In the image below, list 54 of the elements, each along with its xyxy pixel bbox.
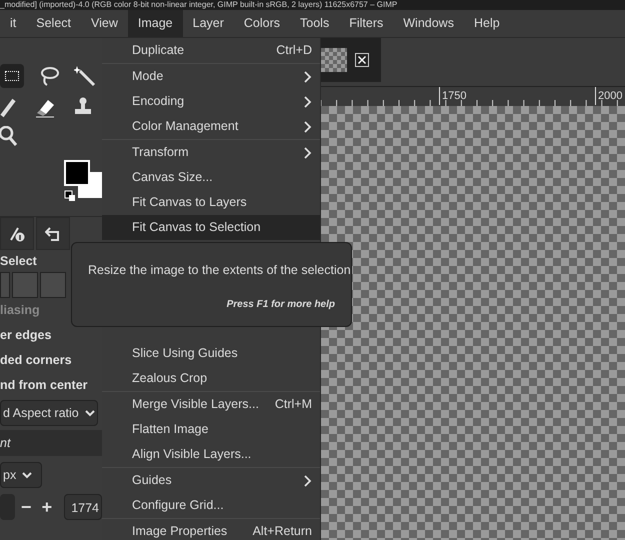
undo-icon xyxy=(45,226,61,242)
chevron-down-icon xyxy=(84,410,95,416)
color-swatches-drawing[interactable] xyxy=(64,160,102,202)
decrement-button[interactable]: − xyxy=(16,494,36,520)
section-header: nt xyxy=(0,430,102,456)
menu-item[interactable]: Zealous Crop xyxy=(102,366,320,391)
chevron-down-icon xyxy=(22,472,32,478)
image-thumbnail[interactable] xyxy=(321,48,347,72)
menu-item[interactable]: Configure Grid... xyxy=(102,493,320,518)
menu-item[interactable]: Duplicate Ctrl+D xyxy=(102,38,320,63)
menu-item[interactable]: Encoding xyxy=(102,89,320,114)
menu-item[interactable]: Merge Visible Layers... Ctrl+M xyxy=(102,392,320,417)
menu-item[interactable]: Mode xyxy=(102,64,320,89)
rectangle-select-icon[interactable] xyxy=(0,64,24,88)
percent-info-icon xyxy=(9,226,25,242)
menu-item[interactable]: Color Management xyxy=(102,114,320,139)
tool-options-tab[interactable] xyxy=(0,217,34,250)
menu-item[interactable]: Select xyxy=(26,10,81,37)
menu-item[interactable]: Align Visible Layers... xyxy=(102,442,320,467)
lasso-icon[interactable] xyxy=(38,65,60,87)
dropdown[interactable]: px xyxy=(0,462,42,488)
menu-item[interactable]: Image Properties Alt+Return xyxy=(102,519,320,540)
zoom-icon[interactable] xyxy=(0,126,18,146)
menu-item[interactable]: Layer xyxy=(182,10,234,37)
menu-item[interactable]: Image xyxy=(128,10,183,37)
menu-item[interactable]: it xyxy=(0,10,26,37)
value-field[interactable]: 1774 xyxy=(64,494,102,520)
ruler-label: 1750 xyxy=(439,87,466,105)
menu-item[interactable]: Windows xyxy=(393,10,464,37)
ruler-label: 2000 xyxy=(595,87,622,105)
menu-item[interactable]: Fit Canvas to Selection xyxy=(102,215,320,240)
menu-item[interactable]: Flatten Image xyxy=(102,417,320,442)
menu-item[interactable]: Slice Using Guides xyxy=(102,341,320,366)
menu-item[interactable]: Canvas Size... xyxy=(102,165,320,190)
undo-history-tab[interactable] xyxy=(36,217,70,250)
menu-item[interactable]: Colors xyxy=(234,10,290,37)
title-bar: _modified] (imported)-4.0 (RGB color 8-bit non-linear integer, GIMP built-in sRGB, 2 layers) 11625x6757 – GIMP xyxy=(0,0,625,10)
option-label[interactable]: ded corners xyxy=(0,348,102,373)
menu-item[interactable]: Tools xyxy=(290,10,340,37)
pencil-icon[interactable] xyxy=(0,96,18,118)
increment-button[interactable]: + xyxy=(38,494,56,520)
menu-item[interactable]: Filters xyxy=(339,10,394,37)
menu-item[interactable]: Help xyxy=(464,10,510,37)
magic-wand-icon[interactable] xyxy=(74,65,96,87)
option-label[interactable]: er edges xyxy=(0,323,102,348)
help-hint: Press F1 for more help xyxy=(226,298,335,312)
dropdown[interactable]: d Aspect ratio xyxy=(0,400,98,426)
menu-item[interactable]: Transform xyxy=(102,140,320,165)
menu-item[interactable]: Fit Canvas to Layers xyxy=(102,190,320,215)
menu-item[interactable]: View xyxy=(81,10,128,37)
tooltip-text: Resize the image to the extents of the selection xyxy=(88,262,351,279)
option-label[interactable]: nd from center xyxy=(0,373,102,398)
menu-item[interactable]: Guides xyxy=(102,468,320,493)
close-icon[interactable] xyxy=(355,53,369,67)
